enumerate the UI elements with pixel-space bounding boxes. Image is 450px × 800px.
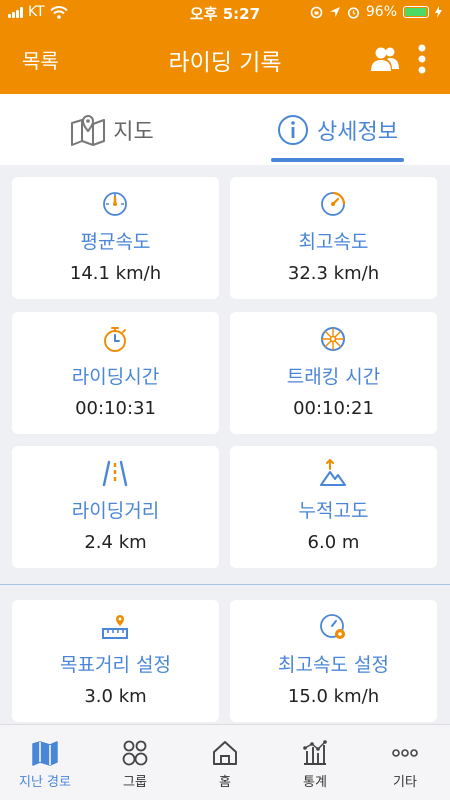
- stat-label: 최고속도: [298, 231, 369, 253]
- nav-label: 그룹: [123, 775, 147, 790]
- speedometer-icon: [103, 192, 127, 216]
- goal-distance-setting-card[interactable]: 목표거리 설정 3.0 km: [12, 600, 219, 722]
- nav-label: 기타: [393, 775, 417, 790]
- location-icon: [329, 7, 340, 17]
- nav-label: 통계: [303, 775, 327, 790]
- alarm-icon: [347, 6, 359, 19]
- stopwatch-icon: [104, 327, 126, 352]
- nav-home[interactable]: 홈: [180, 725, 270, 800]
- stat-value: 14.1 km/h: [69, 263, 162, 284]
- setting-label: 최고속도 설정: [278, 654, 389, 676]
- tab-detail[interactable]: 상세정보: [225, 94, 450, 165]
- speed-setting-icon: [320, 614, 345, 639]
- map-icon: [32, 741, 58, 766]
- battery-icon: [403, 6, 429, 18]
- group-icon[interactable]: [371, 46, 399, 72]
- group-icon: [122, 740, 148, 766]
- nav-stats[interactable]: 통계: [270, 725, 360, 800]
- lock-rotation-icon: [310, 6, 323, 18]
- max-speed-setting-card[interactable]: 최고속도 설정 15.0 km/h: [230, 600, 437, 722]
- status-bar: KT 오후 5:27 96%: [0, 0, 450, 24]
- stat-value: 00:10:31: [75, 398, 156, 419]
- road-icon: [102, 460, 128, 487]
- stat-card-max-speed: 최고속도 32.3 km/h: [230, 177, 437, 299]
- stat-label: 라이딩거리: [71, 500, 160, 522]
- stat-card-riding-distance: 라이딩거리 2.4 km: [12, 446, 219, 568]
- more-horizontal-icon: [392, 749, 418, 757]
- stat-value: 32.3 km/h: [287, 263, 380, 284]
- stat-value: 00:10:21: [293, 398, 374, 419]
- mountain-icon: [320, 459, 346, 486]
- stat-label: 트래킹 시간: [286, 366, 381, 388]
- tab-map-label: 지도: [113, 119, 154, 145]
- more-vertical-icon[interactable]: [414, 44, 430, 74]
- nav-label: 홈: [219, 775, 231, 790]
- app-bar: 목록 라이딩 기록: [0, 24, 450, 94]
- tab-bar: 지도 상세정보: [0, 94, 450, 165]
- tab-detail-label: 상세정보: [317, 119, 398, 145]
- setting-value: 15.0 km/h: [287, 686, 380, 707]
- stat-label: 누적고도: [298, 500, 369, 522]
- stat-card-riding-time: 라이딩시간 00:10:31: [12, 312, 219, 434]
- nav-past-routes[interactable]: 지난 경로: [0, 725, 90, 800]
- stat-label: 라이딩시간: [71, 366, 160, 388]
- tab-indicator: [271, 158, 404, 162]
- stat-card-average-speed: 평균속도 14.1 km/h: [12, 177, 219, 299]
- nav-label: 지난 경로: [19, 775, 71, 790]
- nav-more[interactable]: 기타: [360, 725, 450, 800]
- stat-label: 평균속도: [80, 231, 151, 253]
- bottom-nav: 지난 경로 그룹 홈 통계 기타: [0, 724, 450, 800]
- info-icon: [278, 114, 309, 145]
- stat-card-tracking-time: 트래킹 시간 00:10:21: [230, 312, 437, 434]
- stat-value: 2.4 km: [84, 532, 147, 553]
- map-icon: [71, 114, 106, 146]
- setting-label: 목표거리 설정: [60, 654, 171, 676]
- stats-icon: [303, 740, 327, 765]
- section-divider: [0, 584, 450, 585]
- stat-card-elevation-gain: 누적고도 6.0 m: [230, 446, 437, 568]
- goal-distance-icon: [102, 615, 128, 639]
- home-icon: [213, 741, 237, 765]
- charging-icon: [435, 6, 442, 18]
- nav-group[interactable]: 그룹: [90, 725, 180, 800]
- stat-value: 6.0 m: [307, 532, 360, 553]
- setting-value: 3.0 km: [84, 686, 147, 707]
- tab-map[interactable]: 지도: [0, 94, 225, 165]
- wheel-icon: [321, 327, 345, 351]
- battery-percent: 96%: [365, 4, 397, 20]
- speedometer-max-icon: [321, 191, 346, 216]
